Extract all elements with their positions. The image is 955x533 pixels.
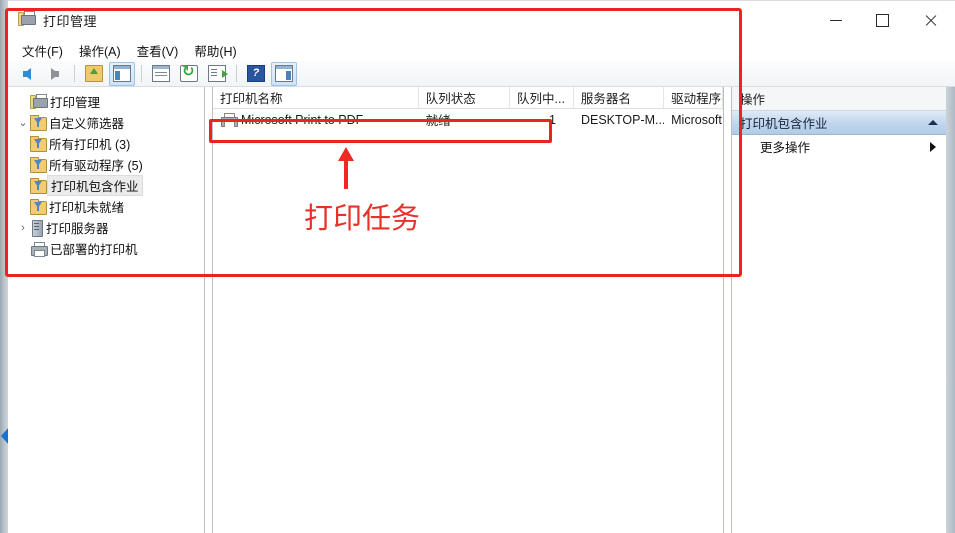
print-management-icon [30,94,48,109]
filter-folder-icon [30,114,47,131]
tree-label: 所有打印机 (3) [49,138,131,152]
menu-help[interactable]: 帮助(H) [188,39,246,62]
forward-arrow-icon [51,67,59,80]
show-action-pane-icon [275,65,293,82]
cell-server-name: DESKTOP-M... [580,112,665,127]
maximize-button[interactable] [859,1,905,39]
printer-icon [220,112,238,127]
chevron-down-icon[interactable]: ⌄ [16,116,30,129]
tree-root-print-management[interactable]: 打印管理 [14,91,204,112]
maximize-icon [875,13,889,27]
show-tree-pane-icon [113,65,131,82]
back-button[interactable] [14,62,40,86]
folder-up-icon [85,65,103,82]
window-controls [813,1,955,39]
export-list-button[interactable] [204,62,230,86]
menu-bar: 文件(F) 操作(A) 查看(V) 帮助(H) [8,39,955,61]
window-right-scrollbar[interactable] [946,87,955,533]
toolbar: ? [8,61,955,87]
close-icon [924,14,937,27]
menu-file[interactable]: 文件(F) [16,39,73,62]
minimize-button[interactable] [813,1,859,39]
tree-item-deployed-printers[interactable]: 已部署的打印机 [14,238,204,259]
filter-folder-icon [30,198,47,215]
export-list-icon [208,65,228,82]
up-one-level-button[interactable] [81,62,107,86]
title-bar: 打印管理 [8,1,955,39]
actions-section-printers-with-jobs[interactable]: 打印机包含作业 [732,111,946,135]
close-button[interactable] [905,1,955,39]
actions-pane-title: 操作 [732,87,946,111]
properties-icon [152,65,170,82]
back-arrow-icon [23,67,31,80]
column-header-queue-status[interactable]: 队列状态 [419,87,511,108]
printer-icon [30,241,48,257]
column-header-printer-name[interactable]: 打印机名称 [213,87,419,108]
toolbar-separator [236,65,237,82]
tree-label: 自定义筛选器 [49,117,125,131]
cell-jobs-in-queue: 1 [549,112,556,127]
action-label: 更多操作 [760,141,811,155]
tree-label: 打印机未就绪 [49,201,125,215]
tree-item-custom-filters[interactable]: ⌄ 自定义筛选器 [14,112,204,133]
list-actions-splitter[interactable] [723,87,732,533]
tree-label: 打印服务器 [46,222,109,236]
cell-driver-name: Microsoft [671,112,722,127]
chevron-right-icon[interactable]: › [16,222,30,234]
tree-label: 已部署的打印机 [50,243,138,257]
column-header-driver-name[interactable]: 驱动程序( [664,87,723,108]
console-body: 打印管理 ⌄ 自定义筛选器 所有打印机 (3) 所有驱动程序 (5) 打印机包含… [8,87,955,533]
window-title: 打印管理 [43,13,98,29]
column-header-jobs-in-queue[interactable]: 队列中... [510,87,574,108]
print-management-icon [18,11,36,29]
help-button[interactable]: ? [243,62,269,86]
chevron-up-icon[interactable] [928,120,938,125]
column-header-server-name[interactable]: 服务器名 [574,87,665,108]
tree-label: 打印机包含作业 [47,175,143,196]
toolbar-separator [141,65,142,82]
menu-view[interactable]: 查看(V) [131,39,189,62]
action-more-actions[interactable]: 更多操作 [732,135,946,158]
actions-pane: 操作 打印机包含作业 更多操作 [732,87,946,533]
tree-item-printers-with-jobs[interactable]: 打印机包含作业 [14,175,204,196]
filter-folder-icon [30,177,47,194]
toolbar-separator [74,65,75,82]
refresh-button[interactable] [176,62,202,86]
minimize-icon [830,19,842,21]
table-row[interactable]: Microsoft Print to PDF 就绪 1 DESKTOP-M...… [213,109,723,130]
tree-item-all-printers[interactable]: 所有打印机 (3) [14,133,204,154]
show-action-pane-button[interactable] [271,61,297,86]
chevron-right-icon [930,141,936,152]
properties-button[interactable] [148,62,174,86]
filter-folder-icon [30,156,47,173]
tree-item-all-drivers[interactable]: 所有驱动程序 (5) [14,154,204,175]
tree-item-print-servers[interactable]: › 打印服务器 [14,217,204,238]
filter-folder-icon [30,135,47,152]
desktop-left-strip [0,0,8,533]
screenshot-root: 打印管理 文件(F) 操作(A) 查看(V) 帮助(H) ↻ ? 打印管理 ⌄ … [0,0,955,533]
printer-name-text: Microsoft Print to PDF [241,112,364,127]
server-icon [30,220,43,237]
cell-queue-status: 就绪 [425,114,451,128]
print-management-window: 打印管理 文件(F) 操作(A) 查看(V) 帮助(H) ↻ ? 打印管理 ⌄ … [8,0,955,533]
list-header: 打印机名称 队列状态 队列中... 服务器名 驱动程序( [213,87,723,109]
tree-item-printers-not-ready[interactable]: 打印机未就绪 [14,196,204,217]
tree-label: 所有驱动程序 (5) [49,159,143,173]
console-tree: 打印管理 ⌄ 自定义筛选器 所有打印机 (3) 所有驱动程序 (5) 打印机包含… [8,87,204,259]
show-tree-pane-button[interactable] [109,61,135,86]
refresh-icon [180,62,198,82]
console-tree-pane[interactable]: 打印管理 ⌄ 自定义筛选器 所有打印机 (3) 所有驱动程序 (5) 打印机包含… [8,87,204,533]
tree-label: 打印管理 [50,96,101,110]
printer-list-pane[interactable]: 打印机名称 队列状态 队列中... 服务器名 驱动程序( Microsoft P… [213,87,723,533]
actions-section-label: 打印机包含作业 [740,117,828,131]
help-icon: ? [247,65,265,82]
menu-action[interactable]: 操作(A) [73,39,131,62]
tree-list-splitter[interactable] [204,87,213,533]
cell-printer-name[interactable]: Microsoft Print to PDF [213,112,419,127]
forward-button[interactable] [42,62,68,86]
